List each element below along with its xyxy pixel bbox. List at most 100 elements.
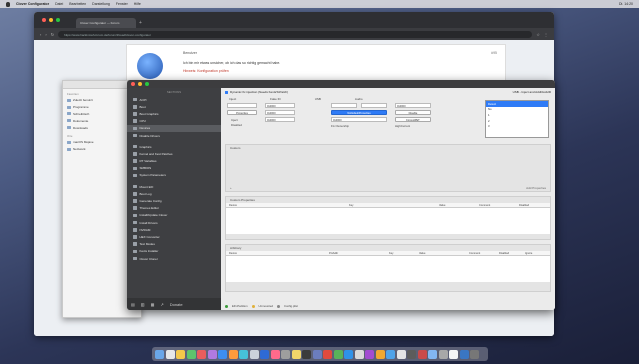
status-efi[interactable]: EFI-Partition: [232, 304, 248, 308]
dock-app-icon[interactable]: [470, 349, 479, 359]
sidebar-item[interactable]: RT Variables: [127, 158, 221, 165]
menu-item-window[interactable]: Fenster: [116, 2, 128, 6]
post-number[interactable]: #95: [491, 51, 497, 55]
dynamic-fix-checkbox[interactable]: [225, 90, 228, 94]
dock-app-icon[interactable]: [333, 349, 343, 359]
dock-app-icon[interactable]: [260, 349, 269, 359]
col-ignore[interactable]: Ignore: [522, 252, 548, 255]
back-icon[interactable]: ‹: [40, 32, 41, 37]
sidebar-item[interactable]: ACPI: [127, 96, 221, 103]
menu-clock[interactable]: Di. 14:20: [619, 2, 633, 6]
dock-app-icon[interactable]: [312, 349, 322, 359]
post-author[interactable]: Benutzer: [183, 51, 197, 55]
dock-app-icon[interactable]: [218, 349, 227, 359]
sidebar-item[interactable]: Boot Graphics: [127, 110, 221, 117]
disable-button[interactable]: Disable: [395, 110, 431, 115]
sidebar-item[interactable]: Devices: [127, 124, 221, 132]
sidebar-item[interactable]: Install/Update Clover: [127, 212, 221, 219]
menu-item-help[interactable]: Hilfe: [134, 2, 141, 6]
sidebar-item[interactable]: Install Drivers: [127, 219, 221, 226]
usb-field-2[interactable]: [361, 103, 387, 108]
dock-app-icon[interactable]: [228, 349, 238, 359]
sidebar-item[interactable]: Boot Log: [127, 190, 221, 197]
col-disabled[interactable]: Disabled: [516, 204, 546, 207]
dock-app-icon[interactable]: [375, 349, 385, 359]
dock-app-icon[interactable]: [239, 349, 248, 359]
sidebar-item[interactable]: Kexts Installer: [127, 248, 221, 255]
dock-app-icon[interactable]: [281, 349, 290, 359]
dock-app-icon[interactable]: [291, 349, 301, 359]
audio-field[interactable]: 0x0000: [395, 103, 431, 108]
dock-app-icon[interactable]: [396, 349, 406, 359]
share-icon[interactable]: ↗: [160, 302, 163, 307]
dock-app-icon[interactable]: [302, 349, 311, 359]
properties-button[interactable]: Properties: [227, 110, 257, 115]
col-comment[interactable]: Comment: [476, 204, 516, 207]
properties-table-body[interactable]: [226, 208, 550, 234]
col-comment[interactable]: Comment: [466, 252, 496, 255]
dock-app-icon[interactable]: [365, 349, 374, 359]
menu-item-edit[interactable]: Bearbeiten: [69, 2, 86, 6]
close-button[interactable]: [42, 18, 46, 22]
menu-item-file[interactable]: Datei: [55, 2, 63, 6]
menu-icon[interactable]: ⋮: [544, 32, 548, 37]
zoom-button[interactable]: [56, 18, 60, 22]
select-option[interactable]: 3: [486, 123, 548, 129]
new-tab-icon[interactable]: +: [139, 20, 142, 28]
sidebar-item[interactable]: Boot: [127, 103, 221, 110]
dock-app-icon[interactable]: [323, 349, 332, 359]
menu-app-name[interactable]: Clover Configurator: [16, 2, 49, 6]
donate-button[interactable]: Donate: [170, 302, 183, 307]
export-icon[interactable]: ▦: [151, 302, 155, 307]
app-close-button[interactable]: [131, 82, 135, 86]
sidebar-item[interactable]: Themes Editor: [127, 205, 221, 212]
dock-app-icon[interactable]: [438, 349, 448, 359]
col-key[interactable]: Key: [346, 204, 436, 207]
open-icon[interactable]: ▤: [131, 302, 135, 307]
wifi-field[interactable]: 0x0000: [331, 117, 387, 122]
fake-id-field[interactable]: 0x0000: [265, 103, 295, 108]
status-mount[interactable]: Unmounted: [259, 304, 273, 308]
sidebar-item[interactable]: System Parameters: [127, 172, 221, 179]
sidebar-item[interactable]: Generate Config: [127, 197, 221, 204]
dock-app-icon[interactable]: [249, 349, 259, 359]
arbitrary-table-body[interactable]: [226, 256, 550, 282]
sidebar-item[interactable]: Disable Drivers: [127, 132, 221, 139]
sidebar-item[interactable]: CPU: [127, 118, 221, 125]
browser-tab[interactable]: Clover Configurator — Forum: [76, 18, 136, 28]
app-minimize-button[interactable]: [138, 82, 142, 86]
dock-app-icon[interactable]: [207, 349, 217, 359]
dock-app-icon[interactable]: [197, 349, 206, 359]
dock-app-icon[interactable]: [155, 349, 164, 359]
col-disabled[interactable]: Disabled: [496, 252, 522, 255]
sidebar-item[interactable]: Mount EFI: [127, 183, 221, 190]
sidebar-item[interactable]: HEX Converter: [127, 233, 221, 240]
dock-app-icon[interactable]: [165, 349, 175, 359]
app-zoom-button[interactable]: [145, 82, 149, 86]
sidebar-item[interactable]: SMBIOS: [127, 165, 221, 172]
col-key[interactable]: Key: [386, 252, 416, 255]
dock-app-icon[interactable]: [407, 349, 416, 359]
dock-app-icon[interactable]: [386, 349, 395, 359]
col-device[interactable]: Device: [226, 204, 346, 207]
dock-app-icon[interactable]: [176, 349, 185, 359]
reload-icon[interactable]: ↻: [51, 32, 54, 37]
force-hpet-button[interactable]: ForceHPET: [395, 117, 431, 122]
inject-select-list[interactable]: Detect No 1 2 3: [485, 100, 549, 138]
ati-field[interactable]: 0x0000: [265, 117, 295, 122]
usb-field[interactable]: [331, 103, 357, 108]
apple-icon[interactable]: [6, 1, 10, 7]
save-icon[interactable]: ▥: [141, 302, 145, 307]
no-default-properties-button[interactable]: NoDefaultProperties: [331, 110, 387, 115]
forward-icon[interactable]: ›: [45, 32, 46, 37]
dock-app-icon[interactable]: [354, 349, 364, 359]
dock-app-icon[interactable]: [449, 349, 458, 359]
add-properties-button[interactable]: Add Properties: [526, 186, 546, 190]
minimize-button[interactable]: [49, 18, 53, 22]
dock-app-icon[interactable]: [459, 349, 469, 359]
sidebar-item[interactable]: Kernel and Kext Patches: [127, 150, 221, 157]
add-icon[interactable]: +: [230, 186, 232, 190]
fix-ownership-label[interactable]: Fix Ownership: [331, 124, 349, 128]
inject-field[interactable]: [227, 103, 257, 108]
sidebar-item[interactable]: Text Modes: [127, 241, 221, 248]
